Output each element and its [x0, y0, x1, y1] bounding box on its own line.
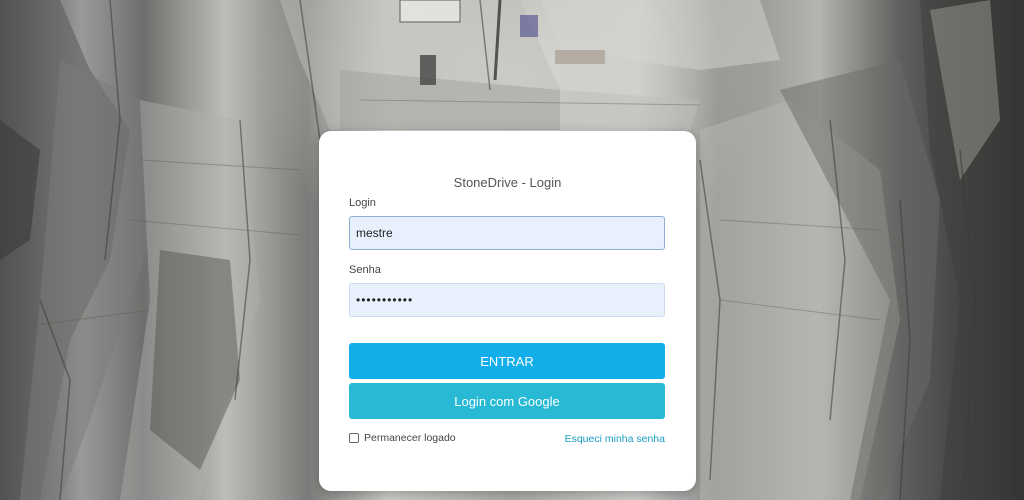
- remember-label: Permanecer logado: [364, 432, 456, 444]
- senha-label: Senha: [349, 264, 381, 276]
- google-login-button[interactable]: Login com Google: [349, 383, 665, 419]
- password-input[interactable]: [349, 283, 665, 317]
- entrar-button[interactable]: ENTRAR: [349, 343, 665, 379]
- login-input[interactable]: [349, 216, 665, 250]
- login-card: StoneDrive - Login Login Senha ENTRAR Lo…: [319, 131, 696, 491]
- forgot-password-link[interactable]: Esqueci minha senha: [565, 433, 665, 445]
- remember-me[interactable]: Permanecer logado: [349, 432, 456, 444]
- login-label: Login: [349, 197, 376, 209]
- remember-checkbox[interactable]: [349, 433, 359, 443]
- page-title: StoneDrive - Login: [453, 175, 562, 190]
